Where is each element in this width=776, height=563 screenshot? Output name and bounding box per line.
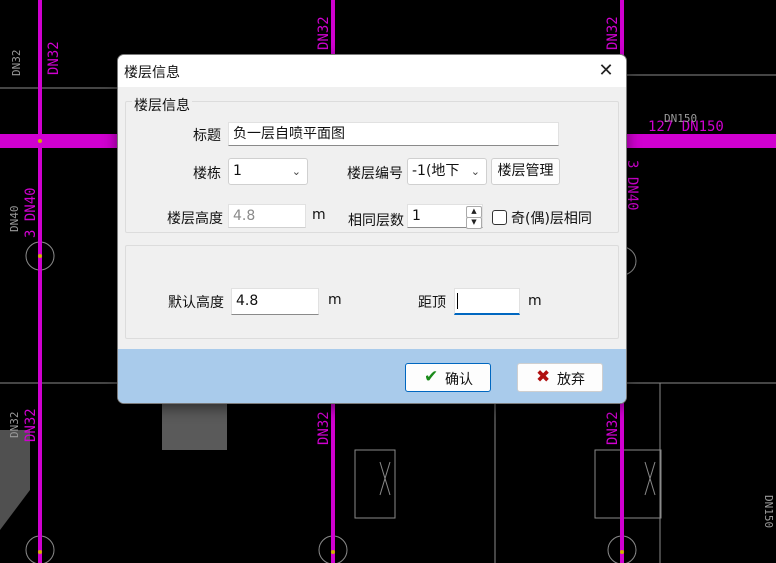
cancel-button-label: 放弃 xyxy=(557,372,585,388)
chevron-down-icon: ⌄ xyxy=(291,165,301,178)
cad-label: DN32 xyxy=(316,411,332,445)
cad-label: DN150 xyxy=(762,495,775,528)
cad-label: DN32 xyxy=(23,408,39,442)
cad-label: DN32 xyxy=(605,411,621,445)
default-height-label: 默认高度 xyxy=(168,295,224,311)
building-select[interactable]: 1 ⌄ xyxy=(228,158,308,185)
confirm-button[interactable]: ✔ 确认 xyxy=(405,363,491,392)
floor-height-unit: m xyxy=(312,207,326,223)
building-label: 楼栋 xyxy=(193,166,221,182)
confirm-button-label: 确认 xyxy=(445,372,473,388)
distance-top-label: 距顶 xyxy=(418,295,446,311)
x-mark-icon: ✖ xyxy=(536,367,551,387)
building-select-value: 1 xyxy=(233,163,242,179)
text-caret xyxy=(457,293,458,309)
floor-number-select-value: -1(地下 xyxy=(412,163,460,179)
odd-even-checkbox[interactable] xyxy=(492,210,507,225)
floor-number-select[interactable]: -1(地下 ⌄ xyxy=(407,158,487,185)
floor-height-input[interactable]: 4.8 xyxy=(228,204,306,228)
distance-top-unit: m xyxy=(528,293,542,309)
dialog-titlebar: 楼层信息 ✕ xyxy=(118,55,626,87)
distance-top-input[interactable] xyxy=(454,288,520,315)
close-button[interactable]: ✕ xyxy=(594,59,618,83)
cad-label: 3 DN40 xyxy=(23,187,39,238)
chevron-down-icon: ⌄ xyxy=(470,165,480,178)
cad-label: DN32 xyxy=(10,50,23,77)
dialog-title: 楼层信息 xyxy=(124,65,180,81)
checkmark-icon: ✔ xyxy=(424,367,439,387)
cad-label: DN32 xyxy=(8,412,21,439)
floor-manage-button[interactable]: 楼层管理 xyxy=(491,158,560,185)
odd-even-label: 奇(偶)层相同 xyxy=(511,211,592,227)
default-height-input[interactable]: 4.8 xyxy=(231,288,319,315)
cad-label: DN32 xyxy=(46,41,62,75)
floor-info-dialog: 楼层信息 ✕ 楼层信息 标题 负一层自喷平面图 楼栋 1 ⌄ 楼层编号 -1(地… xyxy=(117,54,627,404)
floor-info-group-title: 楼层信息 xyxy=(132,95,192,115)
title-input[interactable]: 负一层自喷平面图 xyxy=(228,122,559,146)
cancel-button[interactable]: ✖ 放弃 xyxy=(517,363,603,392)
title-label: 标题 xyxy=(193,128,221,144)
cad-label: DN32 xyxy=(605,16,621,50)
cad-label: DN32 xyxy=(316,16,332,50)
dialog-body: 楼层信息 标题 负一层自喷平面图 楼栋 1 ⌄ 楼层编号 -1(地下 ⌄ 楼层管… xyxy=(118,87,626,349)
default-height-unit: m xyxy=(328,292,342,308)
floor-number-label: 楼层编号 xyxy=(347,166,403,182)
cad-label: DN150 xyxy=(664,112,697,125)
cad-label: DN40 xyxy=(8,206,21,233)
floor-height-label: 楼层高度 xyxy=(167,211,223,227)
spin-down-icon[interactable]: ▼ xyxy=(466,217,482,229)
same-floors-label: 相同层数 xyxy=(348,213,404,229)
